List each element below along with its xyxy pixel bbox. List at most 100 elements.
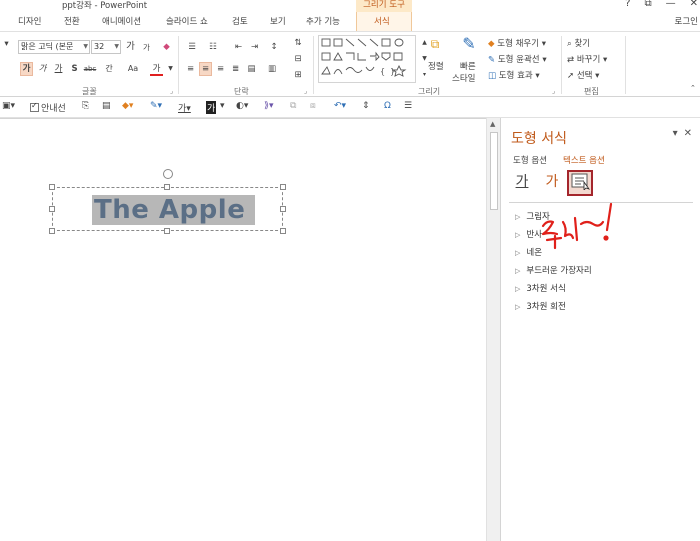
customize-qat-icon[interactable]: ☰ xyxy=(404,101,412,111)
animation-icon[interactable]: ⟫▾ xyxy=(264,101,274,111)
font-size-combo[interactable]: 32 ▼ xyxy=(91,40,121,54)
section-reflection[interactable]: ▷ 반사 xyxy=(515,228,542,240)
tab-addins[interactable]: 추가 기능 xyxy=(306,15,340,27)
restore-icon[interactable]: ⧉ xyxy=(644,0,651,9)
line-spacing-icon[interactable]: ↕ xyxy=(266,40,282,54)
justify-icon[interactable]: ≣ xyxy=(229,62,242,76)
arrange-icon[interactable]: ⧉ xyxy=(426,37,444,55)
textbox-layout-icon[interactable] xyxy=(567,170,593,196)
scroll-up-icon[interactable]: ▲ xyxy=(490,120,495,128)
arrange-button[interactable]: 정렬 xyxy=(428,60,444,72)
align-center-icon[interactable]: ≡ xyxy=(199,62,212,76)
resize-handle[interactable] xyxy=(49,228,55,234)
tab-slideshow[interactable]: 슬라이드 쇼 xyxy=(166,15,208,27)
decrease-indent-icon[interactable]: ⇤ xyxy=(232,40,245,54)
collapse-ribbon-icon[interactable]: ⌃ xyxy=(690,84,696,92)
select-button[interactable]: 선택 xyxy=(577,71,593,81)
align-left-icon[interactable]: ≡ xyxy=(184,62,197,76)
tab-view[interactable]: 보기 xyxy=(270,15,286,27)
dialog-launcher-icon[interactable]: ⌟ xyxy=(304,87,307,95)
dialog-launcher-icon[interactable]: ⌟ xyxy=(170,87,173,95)
resize-handle[interactable] xyxy=(49,184,55,190)
bold-button[interactable]: 가 xyxy=(20,62,33,76)
resize-handle[interactable] xyxy=(280,228,286,234)
align-right-icon[interactable]: ≡ xyxy=(214,62,227,76)
chevron-down-icon[interactable]: ▼ xyxy=(164,62,177,76)
resize-handle[interactable] xyxy=(164,228,170,234)
text-direction-icon[interactable]: ⇅ xyxy=(290,36,306,50)
highlight-dropdown-icon[interactable]: ▾ xyxy=(220,101,225,111)
save-icon[interactable]: ▤ xyxy=(102,101,111,111)
close-icon[interactable]: ✕ xyxy=(690,0,698,9)
minimize-icon[interactable]: — xyxy=(666,0,676,9)
quick-styles-icon[interactable]: ✎ xyxy=(458,36,480,59)
distributed-icon[interactable]: ▤ xyxy=(245,62,258,76)
vertical-scrollbar[interactable]: ▲ xyxy=(486,118,500,541)
shapes-gallery[interactable]: { } xyxy=(318,35,416,83)
section-glow[interactable]: ▷ 네온 xyxy=(515,246,542,258)
section-soft-edges[interactable]: ▷ 부드러운 가장자리 xyxy=(515,264,592,276)
resize-handle[interactable] xyxy=(280,184,286,190)
highlight-icon[interactable]: 가 xyxy=(206,101,217,114)
find-button[interactable]: 찾기 xyxy=(574,39,590,49)
shape-fill-button[interactable]: 도형 채우기 xyxy=(497,39,539,49)
pane-options-icon[interactable]: ▾ xyxy=(673,128,678,139)
outline-color-icon[interactable]: ✎▾ xyxy=(150,101,162,111)
text-fill-outline-icon[interactable]: 가 xyxy=(509,170,535,196)
shadow-icon[interactable]: ◐▾ xyxy=(236,101,248,111)
smartart-icon[interactable]: ⊞ xyxy=(290,68,306,82)
section-shadow[interactable]: ▷ 그림자 xyxy=(515,210,550,222)
text-effects-icon[interactable]: 가 xyxy=(539,170,565,196)
slide-text-the-apple[interactable]: The Apple xyxy=(92,195,256,225)
font-color-button[interactable]: 가 xyxy=(150,62,163,76)
shape-outline-button[interactable]: 도형 윤곽선 xyxy=(498,55,540,65)
view-icon[interactable]: ▣▾ xyxy=(2,101,15,111)
shape-options-tab[interactable]: 도형 옵션 xyxy=(513,154,547,166)
ungroup-icon[interactable]: ⧈ xyxy=(310,101,316,111)
section-3d-rotation[interactable]: ▷ 3차원 회전 xyxy=(515,300,566,312)
resize-handle[interactable] xyxy=(49,206,55,212)
guides-checkbox[interactable]: 안내선 xyxy=(30,101,66,114)
replace-button[interactable]: 바꾸기 xyxy=(577,55,600,65)
shape-effects-button[interactable]: 도형 효과 xyxy=(499,71,533,81)
resize-handle[interactable] xyxy=(164,184,170,190)
rotate-handle[interactable] xyxy=(163,169,173,179)
change-case-button[interactable]: Aa xyxy=(122,62,144,76)
dialog-launcher-icon[interactable]: ⌟ xyxy=(552,87,555,95)
text-shadow-button[interactable]: S xyxy=(68,62,81,76)
columns-icon[interactable]: ▥ xyxy=(264,62,280,76)
tab-format[interactable]: 서식 xyxy=(374,15,390,27)
bullets-icon[interactable]: ☰ xyxy=(184,40,200,54)
tab-animations[interactable]: 애니메이션 xyxy=(102,15,141,27)
italic-button[interactable]: 가 xyxy=(36,62,49,76)
shrink-font-button[interactable]: 가 xyxy=(140,41,153,55)
character-spacing-button[interactable]: 간 xyxy=(100,62,118,76)
numbering-icon[interactable]: ☷ xyxy=(205,40,221,54)
font-dropdown-stub-icon[interactable]: ▾ xyxy=(0,37,13,51)
fill-color-icon[interactable]: ◆▾ xyxy=(122,101,133,111)
tab-review[interactable]: 검토 xyxy=(232,15,248,27)
scroll-thumb[interactable] xyxy=(490,132,498,210)
format-painter-icon[interactable]: ⎘ xyxy=(82,101,89,111)
text-options-tab[interactable]: 텍스트 옵션 xyxy=(563,154,605,166)
resize-handle[interactable] xyxy=(280,206,286,212)
section-3d-format[interactable]: ▷ 3차원 서식 xyxy=(515,282,566,294)
slide-canvas[interactable]: The Apple xyxy=(0,118,486,541)
clear-formatting-icon[interactable]: ◆ xyxy=(160,40,173,54)
grow-font-button[interactable]: 가 xyxy=(124,40,137,54)
signin-link[interactable]: 로그인 xyxy=(675,15,698,27)
quick-styles-label-2[interactable]: 스타일 xyxy=(452,72,475,84)
align-text-icon[interactable]: ⊟ xyxy=(290,52,306,66)
underline-button[interactable]: 가 xyxy=(52,62,65,76)
text-color-icon[interactable]: 가▾ xyxy=(178,101,191,114)
symbol-icon[interactable]: Ω xyxy=(384,101,391,111)
undo-icon[interactable]: ↶▾ xyxy=(334,101,346,111)
pane-close-icon[interactable]: ✕ xyxy=(684,128,692,139)
quick-styles-label-1[interactable]: 빠른 xyxy=(460,60,476,72)
help-icon[interactable]: ? xyxy=(625,0,630,9)
height-icon[interactable]: ⇕ xyxy=(362,101,370,111)
font-name-combo[interactable]: 맑은 고딕 (본문 ▼ xyxy=(18,40,90,54)
tab-transitions[interactable]: 전환 xyxy=(64,15,80,27)
strikethrough-button[interactable]: abc xyxy=(82,62,98,76)
group-icon[interactable]: ⧉ xyxy=(290,101,296,111)
